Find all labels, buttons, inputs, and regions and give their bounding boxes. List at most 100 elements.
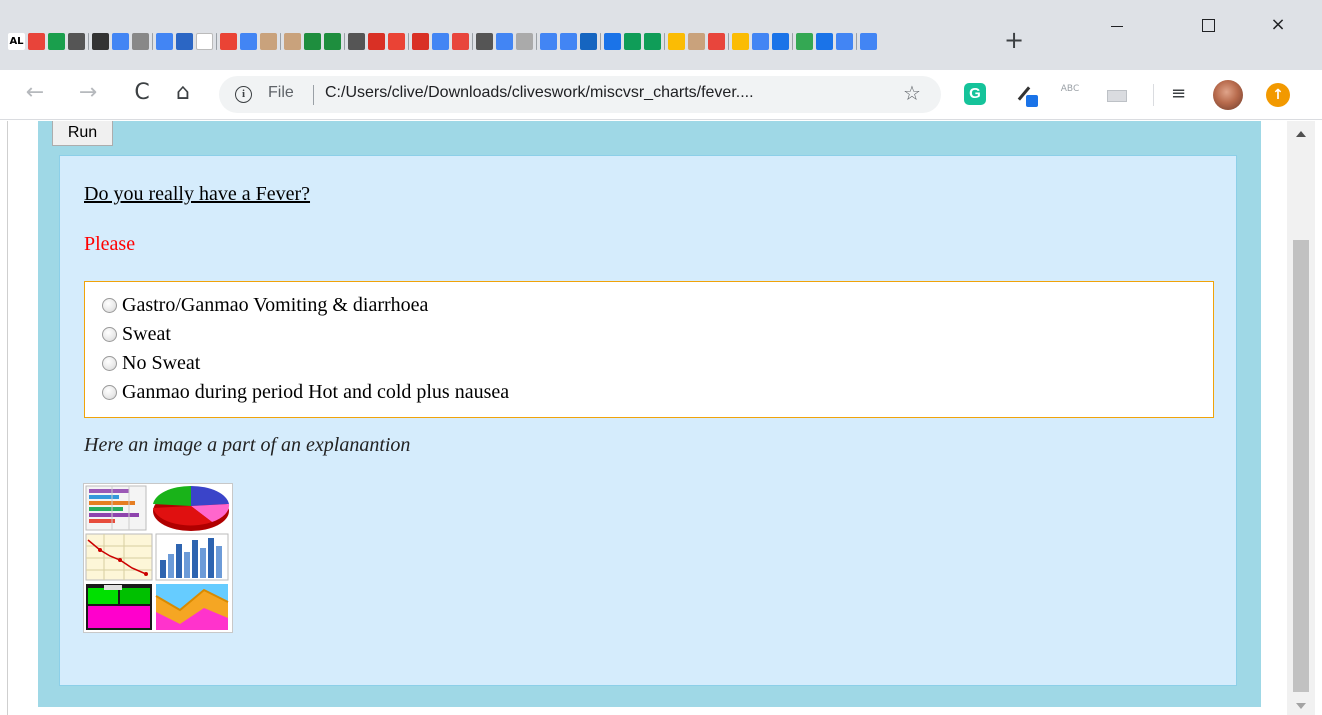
tab-favicon-icon[interactable] bbox=[368, 33, 385, 50]
tab-favicon-icon[interactable] bbox=[48, 33, 65, 50]
tab-favicon-icon[interactable] bbox=[516, 33, 533, 50]
pie-chart-thumbnail-icon bbox=[153, 485, 230, 531]
reload-icon[interactable]: C bbox=[127, 80, 157, 110]
block-chart-thumbnail-icon bbox=[86, 584, 152, 630]
tab-favicon-icon[interactable] bbox=[644, 33, 661, 50]
tab-favicon-icon[interactable] bbox=[732, 33, 749, 50]
tab-separator bbox=[472, 33, 473, 50]
option-label: Gastro/Ganmao Vomiting & diarrhoea bbox=[122, 293, 429, 316]
tab-favicon-icon[interactable] bbox=[752, 33, 769, 50]
please-prompt: Please bbox=[84, 233, 136, 255]
tab-favicon-icon[interactable] bbox=[220, 33, 237, 50]
tab-separator bbox=[216, 33, 217, 50]
chart-collage-image bbox=[83, 483, 233, 633]
browser-toolbar: ← → C ⌂ i File C:/Users/clive/Downloads/… bbox=[0, 70, 1322, 120]
scheme-label: File bbox=[268, 84, 294, 101]
tab-favicon-icon[interactable] bbox=[560, 33, 577, 50]
option-row[interactable]: No Sweat bbox=[102, 349, 200, 377]
tab-favicon-icon[interactable] bbox=[796, 33, 813, 50]
tab-favicon-icon[interactable] bbox=[624, 33, 641, 50]
tab-separator bbox=[344, 33, 345, 50]
tab-favicon-icon[interactable] bbox=[604, 33, 621, 50]
option-row[interactable]: Ganmao during period Hot and cold plus n… bbox=[102, 378, 509, 406]
tab-favicon-icon[interactable] bbox=[196, 33, 213, 50]
tab-favicon-icon[interactable] bbox=[112, 33, 129, 50]
option-row[interactable]: Gastro/Ganmao Vomiting & diarrhoea bbox=[102, 291, 428, 319]
tab-separator bbox=[88, 33, 89, 50]
tab-favicon-icon[interactable] bbox=[176, 33, 193, 50]
tab-favicon-icon[interactable] bbox=[132, 33, 149, 50]
tab-favicon-icon[interactable] bbox=[668, 33, 685, 50]
back-arrow-icon[interactable]: ← bbox=[20, 80, 50, 110]
option-row[interactable]: Sweat bbox=[102, 320, 171, 348]
radio-button[interactable] bbox=[102, 355, 117, 371]
tab-favicon-icon[interactable] bbox=[156, 33, 173, 50]
tab-favicon-icon[interactable] bbox=[260, 33, 277, 50]
tab-separator bbox=[728, 33, 729, 50]
radio-button[interactable] bbox=[102, 326, 117, 342]
vertical-scrollbar[interactable] bbox=[1287, 121, 1315, 715]
tab-favicon-icon[interactable] bbox=[688, 33, 705, 50]
page-viewport: Run Do you really have a Fever? Please G… bbox=[0, 121, 1322, 715]
tab-favicon-icon[interactable] bbox=[304, 33, 321, 50]
option-label: Sweat bbox=[122, 322, 171, 345]
media-playlist-icon[interactable]: ≡ bbox=[1171, 83, 1193, 105]
option-label: No Sweat bbox=[122, 351, 201, 374]
tab-favicon-icon[interactable] bbox=[324, 33, 341, 50]
tab-favicon-icon[interactable] bbox=[860, 33, 877, 50]
run-button[interactable]: Run bbox=[52, 121, 113, 146]
tab-favicon-icon[interactable] bbox=[240, 33, 257, 50]
update-icon[interactable]: ↑ bbox=[1266, 83, 1290, 107]
tab-favicon-icon[interactable] bbox=[432, 33, 449, 50]
tab-separator bbox=[600, 33, 601, 50]
disabled-extension-icon[interactable] bbox=[1105, 83, 1127, 105]
tab-favicon-icon[interactable] bbox=[388, 33, 405, 50]
question-title: Do you really have a Fever? bbox=[84, 183, 311, 205]
tab-favicon-icon[interactable] bbox=[28, 33, 45, 50]
forward-arrow-icon[interactable]: → bbox=[73, 80, 103, 110]
color-picker-extension-icon[interactable] bbox=[1014, 83, 1038, 107]
radio-button[interactable] bbox=[102, 297, 117, 313]
tab-favicon-icon[interactable] bbox=[412, 33, 429, 50]
tab-favicon-icon[interactable] bbox=[348, 33, 365, 50]
tab-separator bbox=[792, 33, 793, 50]
tab-favicon-icon[interactable] bbox=[816, 33, 833, 50]
tab-favicon-icon[interactable] bbox=[580, 33, 597, 50]
scroll-up-arrow-icon[interactable] bbox=[1296, 131, 1306, 137]
tab-favicon-icon[interactable] bbox=[540, 33, 557, 50]
tab-favicon-icon[interactable] bbox=[772, 33, 789, 50]
url-text[interactable]: C:/Users/clive/Downloads/cliveswork/misc… bbox=[325, 84, 754, 102]
bookmark-star-icon[interactable]: ☆ bbox=[903, 81, 921, 105]
scrollbar-thumb[interactable] bbox=[1293, 240, 1309, 692]
tab-favicon-icon[interactable] bbox=[92, 33, 109, 50]
tab-favicon-icon[interactable] bbox=[476, 33, 493, 50]
new-tab-button[interactable]: + bbox=[1001, 27, 1027, 53]
radio-button[interactable] bbox=[102, 384, 117, 400]
grammarly-extension-icon[interactable]: G bbox=[964, 83, 986, 105]
options-box: Gastro/Ganmao Vomiting & diarrhoea Sweat… bbox=[84, 281, 1214, 418]
tab-favicon-icon[interactable] bbox=[496, 33, 513, 50]
tab-separator bbox=[408, 33, 409, 50]
left-border-line bbox=[7, 121, 8, 715]
tab-separator bbox=[152, 33, 153, 50]
toolbar-divider bbox=[1153, 84, 1154, 106]
tab-favicon-icon[interactable] bbox=[708, 33, 725, 50]
tab-favicon-icon[interactable] bbox=[452, 33, 469, 50]
al-favicon[interactable]: AL bbox=[8, 33, 25, 50]
image-caption: Here an image a part of an explanantion bbox=[84, 434, 411, 456]
home-icon[interactable]: ⌂ bbox=[168, 80, 198, 110]
url-divider bbox=[313, 85, 314, 105]
address-bar[interactable]: i File C:/Users/clive/Downloads/cliveswo… bbox=[219, 76, 941, 113]
tab-strip: AL + × bbox=[0, 0, 1322, 70]
option-label: Ganmao during period Hot and cold plus n… bbox=[122, 380, 510, 403]
profile-avatar[interactable] bbox=[1213, 80, 1243, 110]
scroll-down-arrow-icon[interactable] bbox=[1296, 703, 1306, 709]
info-icon[interactable]: i bbox=[235, 86, 252, 103]
tab-favicon-icon[interactable] bbox=[284, 33, 301, 50]
maximize-button[interactable] bbox=[1188, 10, 1228, 40]
tab-favicon-icon[interactable] bbox=[836, 33, 853, 50]
close-window-button[interactable]: × bbox=[1258, 10, 1298, 40]
tab-favicon-icon[interactable] bbox=[68, 33, 85, 50]
minimize-button[interactable] bbox=[1097, 10, 1137, 40]
spellcheck-extension-icon[interactable]: ABC bbox=[1059, 83, 1081, 105]
